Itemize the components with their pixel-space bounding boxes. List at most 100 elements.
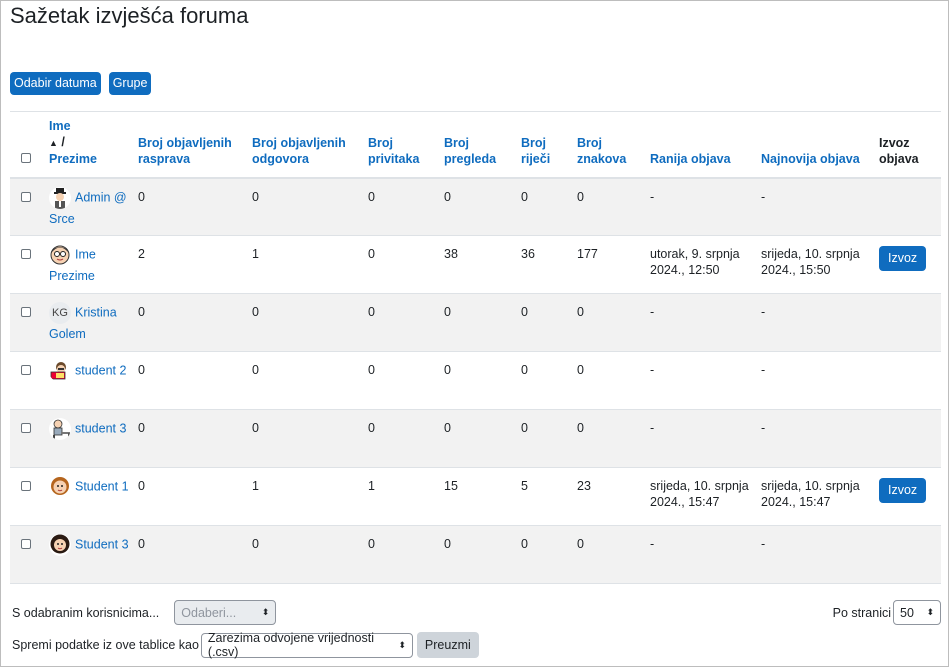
latest-cell: - bbox=[761, 363, 766, 377]
chars-cell: 0 bbox=[577, 363, 584, 377]
user-avatar bbox=[49, 360, 71, 382]
sort-first-name-link[interactable]: Ime bbox=[49, 119, 71, 133]
user-link[interactable]: Student 3 bbox=[49, 534, 130, 556]
user-link[interactable]: KG Kristina Golem bbox=[49, 302, 130, 345]
words-cell: 0 bbox=[521, 421, 528, 435]
earliest-post-header[interactable]: Ranija objava bbox=[650, 112, 761, 178]
attachments-cell: 0 bbox=[368, 247, 375, 261]
earliest-cell: - bbox=[650, 305, 655, 319]
select-cell bbox=[10, 468, 49, 526]
discussions-header[interactable]: Broj objavljenih rasprava bbox=[138, 112, 252, 178]
latest-cell: srijeda, 10. srpnja 2024., 15:47 bbox=[761, 479, 860, 509]
row-checkbox[interactable] bbox=[21, 249, 31, 259]
report-toolbar: Odabir datuma Grupe bbox=[10, 72, 152, 95]
download-button[interactable]: Preuzmi bbox=[416, 632, 479, 658]
user-link[interactable]: Ime Prezime bbox=[49, 244, 130, 287]
views-cell: 0 bbox=[444, 305, 451, 319]
attachments-cell: 0 bbox=[368, 537, 375, 551]
export-cell: Izvoz bbox=[879, 468, 941, 526]
page-title: Sažetak izvješća foruma bbox=[10, 3, 249, 28]
with-selected-label: S odabranim korisnicima... bbox=[12, 605, 160, 620]
chars-header[interactable]: Broj znakova bbox=[577, 112, 650, 178]
download-format-select[interactable]: Zarezima odvojene vrijednosti (.csv) ⬍ bbox=[200, 631, 413, 659]
earliest-cell: utorak, 9. srpnja 2024., 12:50 bbox=[650, 247, 740, 277]
user-cell: Student 1 bbox=[49, 468, 138, 526]
views-header[interactable]: Broj pregleda bbox=[444, 112, 521, 178]
discussions-cell: 0 bbox=[138, 363, 145, 377]
select-all-checkbox[interactable] bbox=[21, 152, 31, 163]
chars-cell: 0 bbox=[577, 305, 584, 319]
select-cell bbox=[10, 526, 49, 584]
latest-cell: - bbox=[761, 305, 766, 319]
table-row: Admin @ Srce 0 0 0 0 0 0 - - bbox=[10, 177, 941, 236]
views-cell: 15 bbox=[444, 479, 458, 493]
discussions-cell: 0 bbox=[138, 421, 145, 435]
export-cell bbox=[879, 294, 941, 352]
earliest-cell: - bbox=[650, 363, 655, 377]
chevron-updown-icon: ⬍ bbox=[926, 607, 934, 617]
words-cell: 0 bbox=[521, 305, 528, 319]
table-header-row: Ime ▲ / Prezime Broj objavljenih rasprav… bbox=[10, 111, 941, 178]
table-row: student 3 0 0 0 0 0 0 - - bbox=[10, 409, 941, 468]
per-page-control: Po stranici 50 ⬍ bbox=[833, 600, 941, 625]
sort-last-name-link[interactable]: Prezime bbox=[49, 152, 97, 166]
per-page-select[interactable]: 50 ⬍ bbox=[893, 600, 941, 625]
user-avatar bbox=[49, 418, 71, 440]
chevron-updown-icon: ⬍ bbox=[398, 639, 406, 650]
earliest-cell: srijeda, 10. srpnja 2024., 15:47 bbox=[650, 479, 749, 509]
discussions-cell: 0 bbox=[138, 537, 145, 551]
row-checkbox[interactable] bbox=[21, 307, 31, 317]
user-link[interactable]: student 2 bbox=[49, 360, 130, 382]
row-checkbox[interactable] bbox=[21, 423, 31, 433]
replies-cell: 0 bbox=[252, 537, 259, 551]
words-cell: 0 bbox=[521, 189, 528, 204]
attachments-cell: 0 bbox=[368, 421, 375, 435]
groups-button[interactable]: Grupe bbox=[108, 72, 152, 95]
views-cell: 38 bbox=[444, 247, 458, 261]
user-cell: student 3 bbox=[49, 410, 138, 468]
export-cell bbox=[879, 178, 941, 236]
row-checkbox[interactable] bbox=[21, 539, 31, 549]
select-cell bbox=[10, 236, 49, 294]
user-avatar: KG bbox=[49, 302, 71, 324]
export-cell bbox=[879, 526, 941, 584]
latest-cell: - bbox=[761, 421, 766, 435]
replies-cell: 0 bbox=[252, 421, 259, 435]
export-header: Izvoz objava bbox=[879, 135, 919, 166]
user-link[interactable]: Admin @ Srce bbox=[49, 186, 130, 230]
replies-header[interactable]: Broj objavljenih odgovora bbox=[252, 112, 368, 178]
chars-cell: 177 bbox=[577, 247, 598, 261]
latest-cell: - bbox=[761, 189, 766, 204]
row-checkbox[interactable] bbox=[21, 191, 31, 202]
select-cell bbox=[10, 410, 49, 468]
date-filter-button[interactable]: Odabir datuma bbox=[10, 72, 101, 95]
table-row: student 2 0 0 0 0 0 0 - - bbox=[10, 352, 941, 410]
latest-post-header[interactable]: Najnovija objava bbox=[761, 112, 879, 178]
row-checkbox[interactable] bbox=[21, 365, 31, 375]
discussions-cell: 0 bbox=[138, 305, 145, 319]
chars-cell: 23 bbox=[577, 479, 591, 493]
user-link[interactable]: Student 1 bbox=[49, 476, 130, 498]
export-posts-button[interactable]: Izvoz bbox=[879, 246, 927, 271]
replies-cell: 0 bbox=[252, 189, 259, 204]
bulk-action-bar: S odabranim korisnicima... Odaberi... ⬍ bbox=[12, 600, 277, 625]
earliest-cell: - bbox=[650, 189, 655, 204]
user-link[interactable]: student 3 bbox=[49, 418, 130, 440]
discussions-cell: 2 bbox=[138, 247, 145, 261]
views-cell: 0 bbox=[444, 363, 451, 377]
export-posts-button[interactable]: Izvoz bbox=[879, 478, 927, 503]
forum-summary-table: Ime ▲ / Prezime Broj objavljenih rasprav… bbox=[10, 111, 941, 584]
latest-cell: - bbox=[761, 537, 766, 551]
words-header[interactable]: Broj riječi bbox=[521, 112, 577, 178]
bulk-action-select[interactable]: Odaberi... ⬍ bbox=[174, 600, 277, 625]
row-checkbox[interactable] bbox=[21, 481, 31, 491]
attachments-header[interactable]: Broj privitaka bbox=[368, 112, 444, 178]
table-row: Student 1 0 1 1 15 5 23 srijeda, 10. srpnja 202… bbox=[10, 468, 941, 526]
bulk-action-placeholder: Odaberi... bbox=[181, 605, 237, 620]
discussions-cell: 0 bbox=[138, 479, 145, 493]
replies-cell: 1 bbox=[252, 479, 259, 493]
table-row: Student 3 0 0 0 0 0 0 - - bbox=[10, 525, 941, 584]
replies-cell: 0 bbox=[252, 305, 259, 319]
per-page-label: Po stranici bbox=[832, 605, 891, 620]
attachments-cell: 1 bbox=[368, 479, 375, 493]
